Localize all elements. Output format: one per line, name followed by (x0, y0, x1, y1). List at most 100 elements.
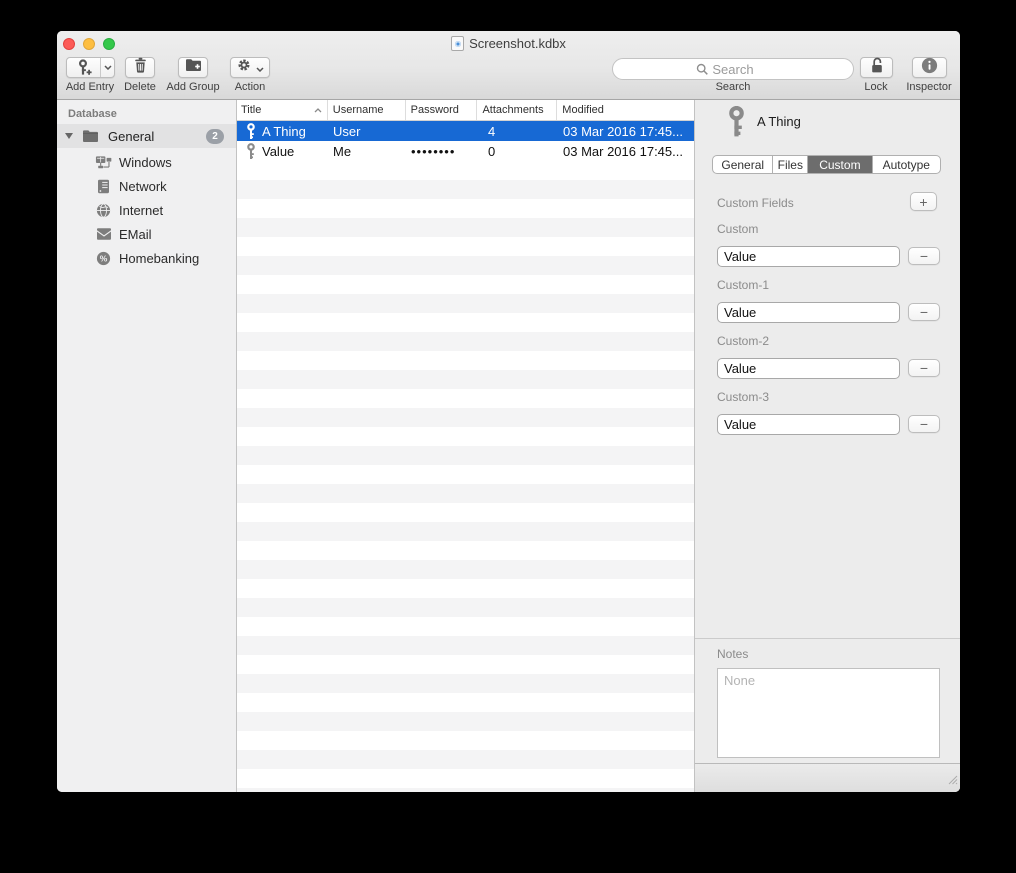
key-icon (246, 143, 256, 160)
field-label: Custom-2 (717, 334, 769, 348)
folder-plus-icon (185, 58, 202, 77)
minus-icon: − (920, 305, 928, 319)
entry-modified: 03 Mar 2016 17:45... (558, 144, 695, 159)
entry-username: User (328, 124, 406, 139)
sidebar-item-label: General (108, 129, 154, 144)
add-entry-dropdown-arrow[interactable] (100, 58, 114, 77)
add-field-button[interactable]: + (910, 192, 937, 211)
key-icon (726, 106, 747, 143)
window-chrome: Screenshot.kdbx Add Entry Delete Add Gro… (57, 31, 960, 100)
main-content: Database General 2 Windows Network (57, 100, 960, 792)
remove-field-button[interactable]: − (908, 359, 940, 377)
column-header-username[interactable]: Username (328, 100, 406, 120)
action-button[interactable] (230, 57, 270, 78)
sidebar-item-network[interactable]: Network (57, 174, 236, 198)
entry-title: Value (262, 144, 294, 159)
inspector-panel: A Thing General Files Custom Autotype Cu… (695, 100, 960, 792)
custom-fields-heading: Custom Fields (717, 196, 794, 210)
sidebar-item-label: Network (119, 179, 167, 194)
unlocked-padlock-icon (869, 57, 885, 79)
sidebar-item-internet[interactable]: Internet (57, 198, 236, 222)
sidebar-item-email[interactable]: EMail (57, 222, 236, 246)
info-icon (921, 57, 938, 79)
entry-modified: 03 Mar 2016 17:45... (558, 124, 695, 139)
action-label: Action (235, 81, 266, 93)
column-header-attachments[interactable]: Attachments (477, 100, 557, 120)
search-input[interactable] (613, 59, 853, 79)
computers-network-icon (95, 155, 112, 170)
inspector-footer (695, 763, 960, 792)
window-title: Screenshot.kdbx (57, 35, 960, 52)
app-window: Screenshot.kdbx Add Entry Delete Add Gro… (57, 31, 960, 792)
inspector-button[interactable] (912, 57, 947, 78)
remove-field-button[interactable]: − (908, 415, 940, 433)
field-value-input[interactable] (717, 246, 900, 267)
sidebar-item-label: EMail (119, 227, 152, 242)
sidebar-item-general[interactable]: General 2 (57, 124, 236, 148)
field-label: Custom-3 (717, 390, 769, 404)
resize-grip[interactable] (947, 772, 958, 790)
search-icon (696, 63, 709, 76)
entry-count-badge: 2 (206, 129, 224, 144)
minus-icon: − (920, 361, 928, 375)
delete-label: Delete (124, 81, 156, 93)
column-header-title[interactable]: Title (237, 100, 328, 120)
disclosure-triangle-icon[interactable] (65, 133, 73, 139)
column-header-password[interactable]: Password (406, 100, 478, 120)
envelope-icon (95, 228, 112, 240)
table-row[interactable]: A Thing User 4 03 Mar 2016 17:45... (237, 121, 694, 141)
sidebar-item-label: Windows (119, 155, 172, 170)
add-group-label: Add Group (166, 81, 219, 93)
folder-icon (82, 129, 99, 143)
delete-button[interactable] (125, 57, 155, 78)
tab-custom[interactable]: Custom (808, 156, 872, 173)
svg-text:%: % (100, 253, 108, 263)
table-row[interactable]: Value Me •••••••• 0 03 Mar 2016 17:45... (237, 141, 694, 161)
sidebar-item-windows[interactable]: Windows (57, 150, 236, 174)
sidebar-item-label: Internet (119, 203, 163, 218)
column-header-modified[interactable]: Modified (557, 100, 694, 120)
field-label: Custom (717, 222, 758, 236)
sidebar-item-homebanking[interactable]: % Homebanking (57, 246, 236, 270)
entry-table: Title Username Password Attachments Modi… (237, 100, 695, 792)
search-field[interactable] (612, 58, 854, 80)
trash-icon (133, 57, 148, 78)
remove-field-button[interactable]: − (908, 247, 940, 265)
entry-attachments: 4 (478, 124, 558, 139)
tab-general[interactable]: General (713, 156, 773, 173)
minus-icon: − (920, 249, 928, 263)
entry-username: Me (328, 144, 406, 159)
key-icon (246, 123, 256, 140)
field-label: Custom-1 (717, 278, 769, 292)
lock-label: Lock (864, 81, 887, 93)
entry-password: •••••••• (406, 144, 478, 159)
tab-files[interactable]: Files (773, 156, 808, 173)
lock-button[interactable] (860, 57, 893, 78)
inspector-label: Inspector (906, 81, 951, 93)
document-proxy-icon[interactable] (451, 36, 464, 51)
field-value-input[interactable] (717, 358, 900, 379)
notes-textarea[interactable] (717, 668, 940, 758)
inspector-tabs: General Files Custom Autotype (712, 155, 941, 174)
add-entry-button[interactable] (66, 57, 115, 78)
key-plus-icon[interactable] (67, 58, 100, 77)
sort-ascending-icon (314, 108, 322, 113)
gear-icon (236, 57, 252, 78)
field-value-input[interactable] (717, 302, 900, 323)
desktop: { "window": { "title": "Screenshot.kdbx"… (0, 0, 1016, 873)
entry-title: A Thing (262, 124, 306, 139)
window-title-text: Screenshot.kdbx (469, 36, 566, 51)
entry-attachments: 0 (478, 144, 558, 159)
sidebar: Database General 2 Windows Network (57, 100, 237, 792)
globe-icon (95, 203, 112, 218)
field-value-input[interactable] (717, 414, 900, 435)
notes-heading: Notes (717, 647, 748, 661)
percent-circle-icon: % (95, 251, 112, 266)
remove-field-button[interactable]: − (908, 303, 940, 321)
empty-row-stripes (237, 161, 694, 792)
action-dropdown-arrow (256, 59, 264, 77)
tab-autotype[interactable]: Autotype (873, 156, 940, 173)
sidebar-section-header: Database (68, 108, 117, 120)
server-icon (95, 179, 112, 194)
add-group-button[interactable] (178, 57, 208, 78)
